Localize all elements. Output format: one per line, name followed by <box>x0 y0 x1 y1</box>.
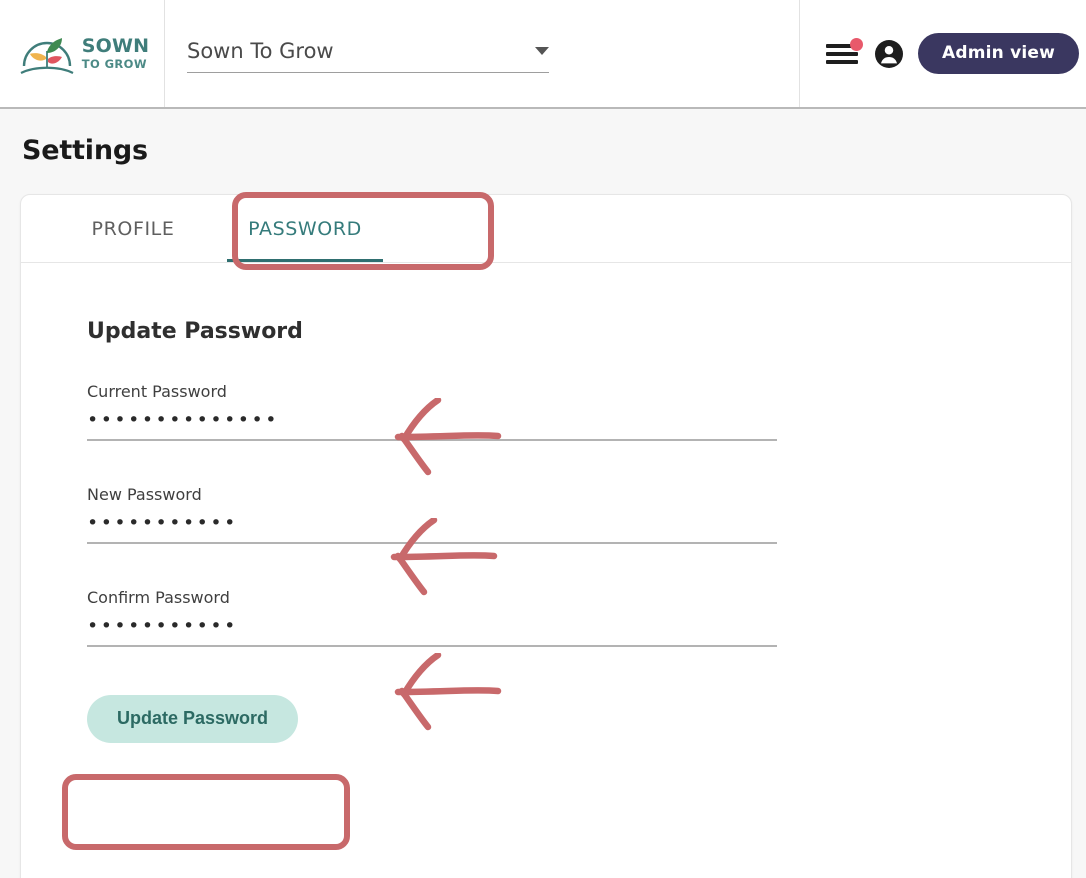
logo-line-2: TO GROW <box>81 56 147 71</box>
field-current-password: Current Password •••••••••••••• <box>87 382 777 441</box>
field-new-password: New Password ••••••••••• <box>87 485 777 544</box>
account-circle-icon[interactable] <box>874 39 904 69</box>
hamburger-menu-icon[interactable] <box>826 37 863 68</box>
update-password-button[interactable]: Update Password <box>87 695 299 743</box>
org-select[interactable]: Sown To Grow <box>187 35 549 73</box>
org-select-value: Sown To Grow <box>187 38 334 63</box>
org-select-cell: Sown To Grow <box>165 0 800 107</box>
app-header: SOWN TO GROW Sown To Grow Admin view <box>0 0 1086 109</box>
current-password-value: •••••••••••••• <box>87 409 279 431</box>
settings-card: PROFILE PASSWORD Update Password Current… <box>20 194 1072 878</box>
new-password-input[interactable]: ••••••••••• <box>87 514 777 544</box>
new-password-value: ••••••••••• <box>87 512 238 534</box>
new-password-label: New Password <box>87 485 202 504</box>
header-actions: Admin view <box>800 0 1086 107</box>
logo-line-1: SOWN <box>81 34 150 57</box>
page-title: Settings <box>22 135 148 166</box>
settings-tabs: PROFILE PASSWORD <box>21 195 1071 263</box>
chevron-down-icon <box>535 46 549 55</box>
current-password-label: Current Password <box>87 382 227 401</box>
brand-cell: SOWN TO GROW <box>0 0 165 107</box>
admin-view-button[interactable]: Admin view <box>918 33 1080 74</box>
confirm-password-label: Confirm Password <box>87 588 230 607</box>
logo-wordmark: SOWN TO GROW <box>81 34 150 71</box>
app-logo[interactable]: SOWN TO GROW <box>15 32 150 76</box>
app-root: SOWN TO GROW Sown To Grow Admin view Set… <box>0 0 1086 878</box>
tab-password[interactable]: PASSWORD <box>219 195 391 262</box>
sown-to-grow-logo-icon <box>20 37 74 74</box>
field-confirm-password: Confirm Password ••••••••••• <box>87 588 777 647</box>
confirm-password-value: ••••••••••• <box>87 615 238 637</box>
notification-badge-dot <box>850 37 863 51</box>
password-panel: Update Password Current Password •••••••… <box>21 263 1071 743</box>
section-title: Update Password <box>87 319 303 344</box>
current-password-input[interactable]: •••••••••••••• <box>87 411 777 441</box>
confirm-password-input[interactable]: ••••••••••• <box>87 617 777 647</box>
tab-profile[interactable]: PROFILE <box>47 195 219 262</box>
menu-bar-2 <box>826 51 858 56</box>
menu-bar-3 <box>826 59 858 64</box>
